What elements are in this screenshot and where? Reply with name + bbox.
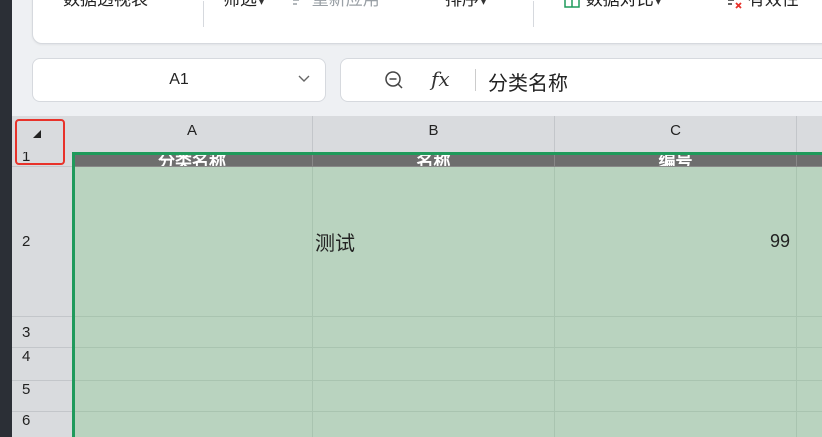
cell-c1-text: 编号 [658,152,693,167]
cell-b5[interactable] [313,381,555,412]
formula-divider [475,69,476,91]
cell-c6[interactable] [555,412,797,437]
row-header-2[interactable]: 2 [12,167,72,317]
cell-d5[interactable] [797,381,822,412]
chevron-down-icon: ▾ [481,0,487,8]
cell-b6[interactable] [313,412,555,437]
cell-d3[interactable] [797,317,822,348]
cell-c2[interactable]: 99 [555,167,797,317]
row-header-4[interactable]: 4 [12,348,72,381]
cell-a5[interactable] [72,381,313,412]
cell-d6[interactable] [797,412,822,437]
cell-c3[interactable] [555,317,797,348]
cell-d1[interactable] [797,152,822,167]
reapply-label: 重新应用 [312,0,380,9]
row-header-5[interactable]: 5 [12,381,72,412]
ribbon-toolbar: 数据透视表 筛选▾ 重新应用 排序▾ 数据对比▾ 有效性 [32,0,822,44]
highlight-box [15,119,65,165]
cell-b4[interactable] [313,348,555,381]
cell-c1[interactable]: 编号 [555,152,797,167]
cell-c5[interactable] [555,381,797,412]
name-box[interactable]: A1 [32,58,326,102]
validity-label: 有效性 [748,0,799,9]
ribbon-divider [203,1,204,27]
reapply-icon [293,0,299,5]
sheet-grid: A B C 1 2 3 4 5 6 分类名称 名称 编号 测试 99 [12,116,822,437]
compare-icon [564,0,580,8]
zoom-out-icon[interactable] [383,69,405,91]
cell-a6[interactable] [72,412,313,437]
validity-button[interactable]: 有效性 [725,0,799,10]
filter-button[interactable]: 筛选▾ [223,0,264,10]
formula-input[interactable]: 分类名称 [488,67,568,96]
ribbon-divider [533,1,534,27]
cell-c2-text: 99 [769,231,790,251]
filter-label: 筛选 [223,0,257,9]
data-compare-button[interactable]: 数据对比▾ [563,0,661,10]
column-header-b[interactable]: B [313,116,555,152]
spreadsheet-app: 数据透视表 筛选▾ 重新应用 排序▾ 数据对比▾ 有效性 A1 fx 分类名称 … [12,0,822,437]
sort-label: 排序 [445,0,479,9]
chevron-down-icon[interactable] [297,71,311,85]
row-header-6[interactable]: 6 [12,412,72,437]
validity-icon [728,0,742,9]
cell-a3[interactable] [72,317,313,348]
reapply-button[interactable]: 重新应用 [291,0,380,10]
data-compare-label: 数据对比 [586,0,654,9]
cell-b2-text: 测试 [315,233,355,255]
row-header-3[interactable]: 3 [12,317,72,348]
formula-bar[interactable]: fx 分类名称 [340,58,822,102]
cell-c4[interactable] [555,348,797,381]
cell-a1[interactable]: 分类名称 [72,152,313,167]
chevron-down-icon: ▾ [259,0,265,8]
sort-button[interactable]: 排序▾ [445,0,486,10]
column-header-d[interactable] [797,116,822,152]
cell-b1[interactable]: 名称 [313,152,555,167]
column-header-c[interactable]: C [555,116,797,152]
function-icon[interactable]: fx [431,67,450,91]
chevron-down-icon: ▾ [655,0,661,8]
pivot-table-button[interactable]: 数据透视表 [63,0,148,10]
cell-a4[interactable] [72,348,313,381]
cell-b3[interactable] [313,317,555,348]
cell-d2[interactable] [797,167,822,317]
cell-d4[interactable] [797,348,822,381]
cell-b2[interactable]: 测试 [313,167,555,317]
name-box-value: A1 [169,71,189,88]
cell-a2[interactable] [72,167,313,317]
column-header-a[interactable]: A [72,116,313,152]
